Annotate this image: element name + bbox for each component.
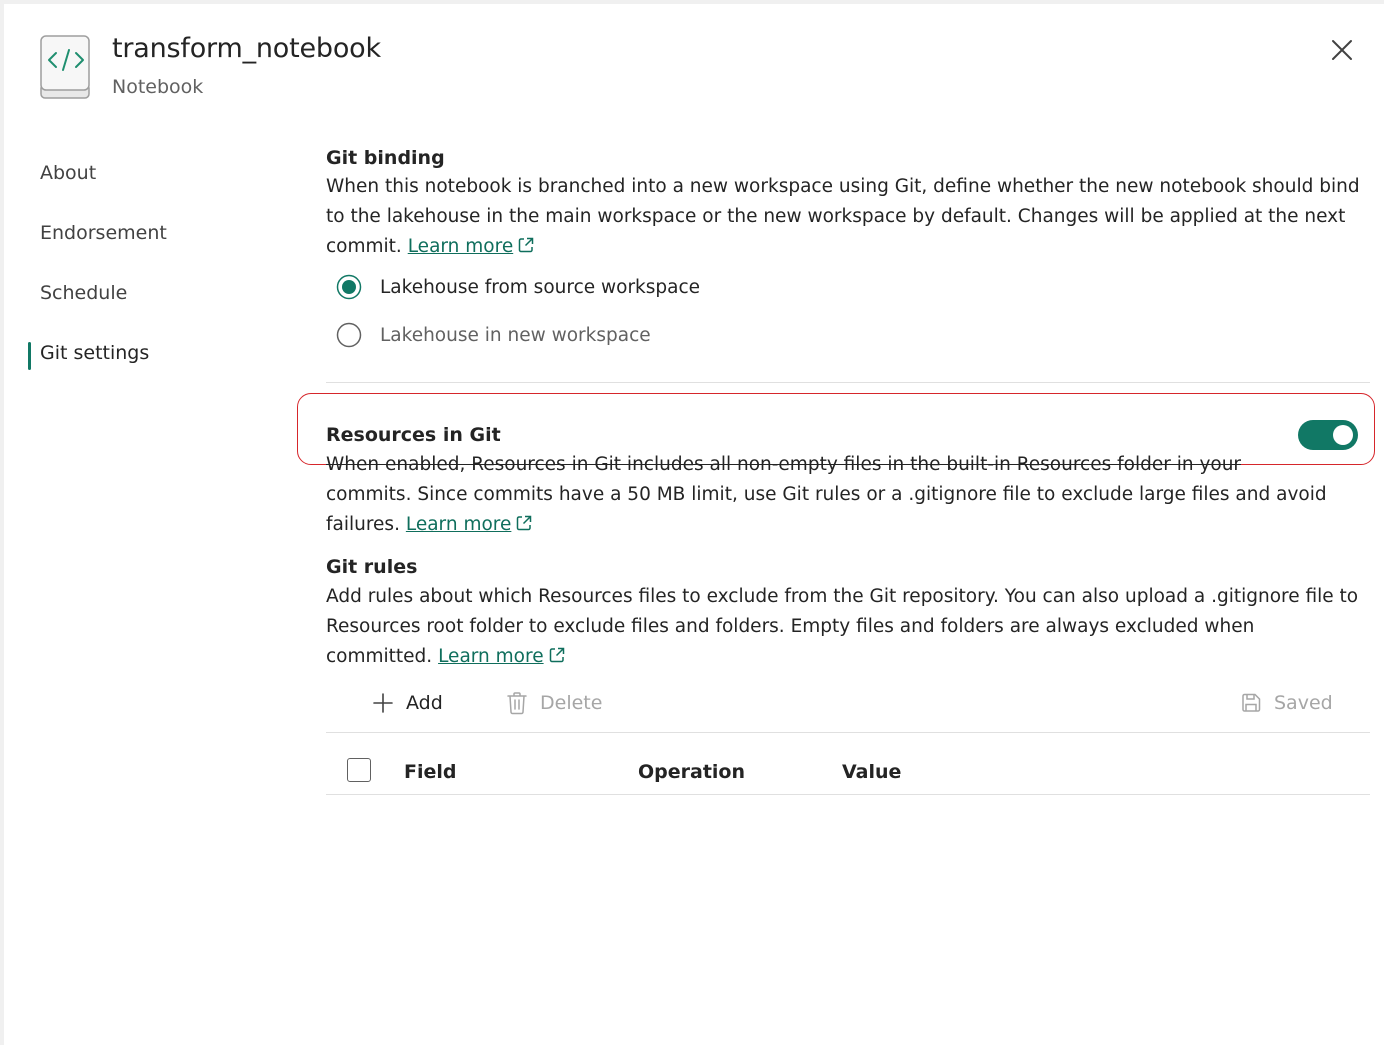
nav-item-schedule[interactable]: Schedule	[40, 281, 127, 305]
section-divider	[326, 382, 1370, 383]
toolbar-divider	[326, 732, 1370, 733]
saved-label: Saved	[1274, 692, 1333, 714]
column-header-value[interactable]: Value	[842, 760, 901, 784]
column-header-field[interactable]: Field	[404, 760, 457, 784]
add-label: Add	[406, 692, 443, 714]
saved-button[interactable]: Saved	[1240, 688, 1333, 718]
settings-panel: transform_notebook Notebook About Endors…	[4, 4, 1384, 1045]
git-rules-title: Git rules	[326, 556, 418, 578]
radio-lakehouse-new[interactable]: Lakehouse in new workspace	[336, 320, 651, 350]
resources-learn-more-link[interactable]: Learn more	[406, 514, 512, 535]
delete-rule-button[interactable]: Delete	[506, 688, 602, 718]
resources-description-line1: When enabled, Resources in Git includes …	[326, 454, 1242, 475]
git-rules-learn-more-link[interactable]: Learn more	[438, 646, 544, 667]
nav-item-endorsement[interactable]: Endorsement	[40, 221, 167, 245]
resources-description: When enabled, Resources in Git includes …	[326, 450, 1366, 540]
open-external-icon	[517, 515, 532, 531]
plus-icon	[373, 693, 393, 713]
toggle-knob	[1333, 425, 1353, 445]
open-external-icon	[549, 647, 564, 663]
resources-in-git-title: Resources in Git	[326, 424, 501, 446]
trash-icon	[507, 692, 527, 715]
page-title: transform_notebook	[112, 33, 381, 64]
open-external-icon	[518, 237, 534, 253]
close-icon	[1332, 40, 1352, 60]
radio-unselected-icon	[336, 322, 362, 348]
radio-lakehouse-source[interactable]: Lakehouse from source workspace	[336, 272, 700, 302]
notebook-code-icon	[40, 35, 90, 99]
delete-label: Delete	[540, 692, 603, 714]
radio-label: Lakehouse in new workspace	[380, 324, 651, 346]
radio-label: Lakehouse from source workspace	[380, 276, 701, 298]
git-binding-description: When this notebook is branched into a ne…	[326, 172, 1366, 262]
nav-item-about[interactable]: About	[40, 161, 96, 185]
select-all-checkbox[interactable]	[347, 758, 371, 782]
close-button[interactable]	[1326, 34, 1358, 66]
radio-selected-icon	[336, 274, 362, 300]
resources-in-git-toggle[interactable]	[1298, 420, 1358, 450]
column-header-operation[interactable]: Operation	[638, 760, 745, 784]
nav-active-indicator	[28, 342, 31, 370]
git-rules-description: Add rules about which Resources files to…	[326, 582, 1366, 672]
page-subtitle: Notebook	[112, 76, 204, 98]
table-header-divider	[326, 794, 1370, 795]
add-rule-button[interactable]: Add	[372, 688, 443, 718]
git-binding-learn-more-link[interactable]: Learn more	[408, 236, 514, 257]
nav-item-git-settings[interactable]: Git settings	[40, 341, 149, 365]
git-binding-title: Git binding	[326, 147, 445, 169]
save-icon	[1242, 693, 1261, 712]
